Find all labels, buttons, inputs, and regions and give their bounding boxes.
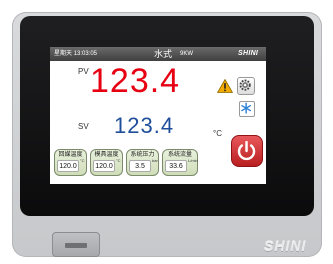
- gauge-value: 3.5: [129, 160, 151, 172]
- usb-slot: [65, 243, 87, 248]
- settings-button[interactable]: [237, 77, 255, 95]
- power-rating-text: 9KW: [180, 51, 194, 57]
- device-logo: SHINI: [264, 238, 307, 254]
- pv-label: PV: [78, 67, 89, 76]
- pv-value: 123.4: [90, 62, 181, 100]
- gauge-return-temperature[interactable]: 回媒温度 120.0 °C: [54, 149, 87, 176]
- sv-label: SV: [78, 122, 89, 131]
- touch-screen: 星期天 13:03:05 水式 9KW SHINI PV 123.4 SV 12…: [50, 47, 266, 184]
- power-button[interactable]: [231, 135, 263, 167]
- sv-value[interactable]: 123.4: [114, 114, 174, 138]
- gauge-unit: bar: [152, 158, 158, 163]
- gauge-unit: L/min: [188, 158, 198, 163]
- cooling-button[interactable]: [239, 101, 255, 117]
- snowflake-icon: [241, 102, 252, 114]
- gear-icon: [239, 79, 251, 91]
- gauge-system-pressure[interactable]: 系统压力 3.5 bar: [126, 149, 159, 176]
- temperature-unit: °C: [213, 129, 222, 138]
- gauge-unit: °C: [80, 158, 85, 163]
- datetime-text: 星期天 13:03:05: [54, 51, 98, 57]
- gauge-value: 120.0: [93, 160, 115, 172]
- brand-logo: SHINI: [238, 50, 259, 57]
- status-bar: 星期天 13:03:05 水式 9KW SHINI: [50, 47, 266, 61]
- warning-icon[interactable]: [217, 79, 233, 93]
- gauge-value: 120.0: [57, 160, 79, 172]
- usb-port[interactable]: [52, 232, 100, 257]
- power-icon: [237, 140, 256, 161]
- gauge-system-flow[interactable]: 系统流量 33.6 L/min: [162, 149, 198, 176]
- mode-text: 水式: [154, 49, 173, 59]
- gauge-unit: °C: [116, 158, 121, 163]
- gauge-mold-temperature[interactable]: 模具温度 120.0 °C: [90, 149, 123, 176]
- gauge-value: 33.6: [165, 160, 187, 172]
